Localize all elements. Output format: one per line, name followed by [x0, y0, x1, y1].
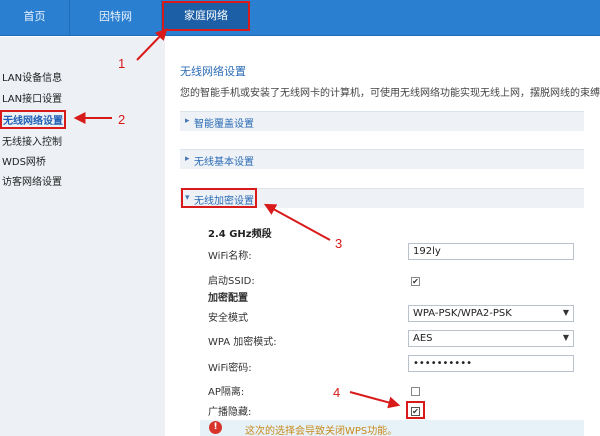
top-nav-bar: 首页 因特网 家庭网络 — [0, 0, 600, 36]
annotation-highlight-box — [181, 188, 257, 208]
tab-home-network[interactable]: 家庭网络 — [162, 1, 250, 31]
broadcast-hide-checkbox[interactable]: ✔ — [411, 407, 420, 416]
broadcast-hide-label: 广播隐藏: — [208, 407, 252, 418]
sidebar-item-lan-device-info[interactable]: LAN设备信息 — [2, 69, 62, 84]
section-wireless-basic[interactable]: ▸ 无线基本设置 — [180, 149, 584, 169]
sidebar-item-wireless-access-control[interactable]: 无线接入控制 — [2, 133, 62, 148]
security-mode-select[interactable]: WPA-PSK/WPA2-PSK ▼ — [408, 305, 574, 322]
chevron-right-icon: ▸ — [185, 116, 190, 126]
annotation-number: 2 — [118, 112, 126, 127]
tab-internet[interactable]: 因特网 — [70, 0, 162, 36]
wifi-name-input[interactable]: 192ly — [408, 243, 574, 260]
ap-isolation-label: AP隔离: — [208, 387, 245, 398]
annotation-number: 3 — [335, 236, 343, 251]
warning-text: 这次的选择会导致关闭WPS功能。 — [245, 426, 398, 436]
section-wireless-encryption[interactable]: ▾ 无线加密设置 — [180, 188, 584, 208]
annotation-number: 4 — [333, 385, 341, 400]
page-description: 您的智能手机或安装了无线网卡的计算机，可使用无线网络功能实现无线上网，摆脱网线的… — [180, 88, 600, 99]
wifi-password-label: WiFi密码: — [208, 363, 252, 374]
ssid-label: 启动SSID: — [208, 276, 255, 287]
encryption-config-header: 加密配置 — [208, 293, 248, 304]
wifi-name-label: WiFi名称: — [208, 251, 252, 262]
tab-home[interactable]: 首页 — [0, 0, 70, 36]
wpa-mode-label: WPA 加密模式: — [208, 337, 277, 348]
main-panel: 无线网络设置 您的智能手机或安装了无线网卡的计算机，可使用无线网络功能实现无线上… — [165, 37, 600, 436]
section-label: 无线基本设置 — [194, 157, 254, 168]
dropdown-arrow-icon: ▼ — [562, 308, 569, 317]
sidebar-item-guest-network[interactable]: 访客网络设置 — [2, 173, 62, 188]
band-label: 2.4 GHz频段 — [208, 229, 272, 240]
annotation-number: 1 — [118, 56, 126, 71]
section-label: 智能覆盖设置 — [194, 119, 254, 130]
ap-isolation-checkbox[interactable] — [411, 387, 420, 396]
warning-icon: ! — [209, 421, 222, 434]
ssid-checkbox[interactable]: ✔ — [411, 277, 420, 286]
section-smart-coverage[interactable]: ▸ 智能覆盖设置 — [180, 111, 584, 131]
wpa-mode-select[interactable]: AES ▼ — [408, 330, 574, 347]
page-title: 无线网络设置 — [180, 65, 246, 78]
sidebar-item-wds-bridge[interactable]: WDS网桥 — [2, 153, 46, 168]
security-mode-label: 安全模式 — [208, 313, 248, 324]
chevron-right-icon: ▸ — [185, 154, 190, 164]
wifi-password-input[interactable]: •••••••••• — [408, 355, 574, 372]
dropdown-arrow-icon: ▼ — [562, 333, 569, 342]
wps-warning-banner: ! 这次的选择会导致关闭WPS功能。 — [200, 420, 584, 436]
security-mode-value: WPA-PSK/WPA2-PSK — [413, 308, 512, 319]
sidebar-item-wireless-settings[interactable]: 无线网络设置 — [0, 110, 66, 129]
sidebar: LAN设备信息 LAN接口设置 无线网络设置 无线接入控制 WDS网桥 访客网络… — [0, 37, 165, 436]
sidebar-item-lan-interface[interactable]: LAN接口设置 — [2, 90, 62, 105]
wpa-mode-value: AES — [413, 333, 433, 344]
